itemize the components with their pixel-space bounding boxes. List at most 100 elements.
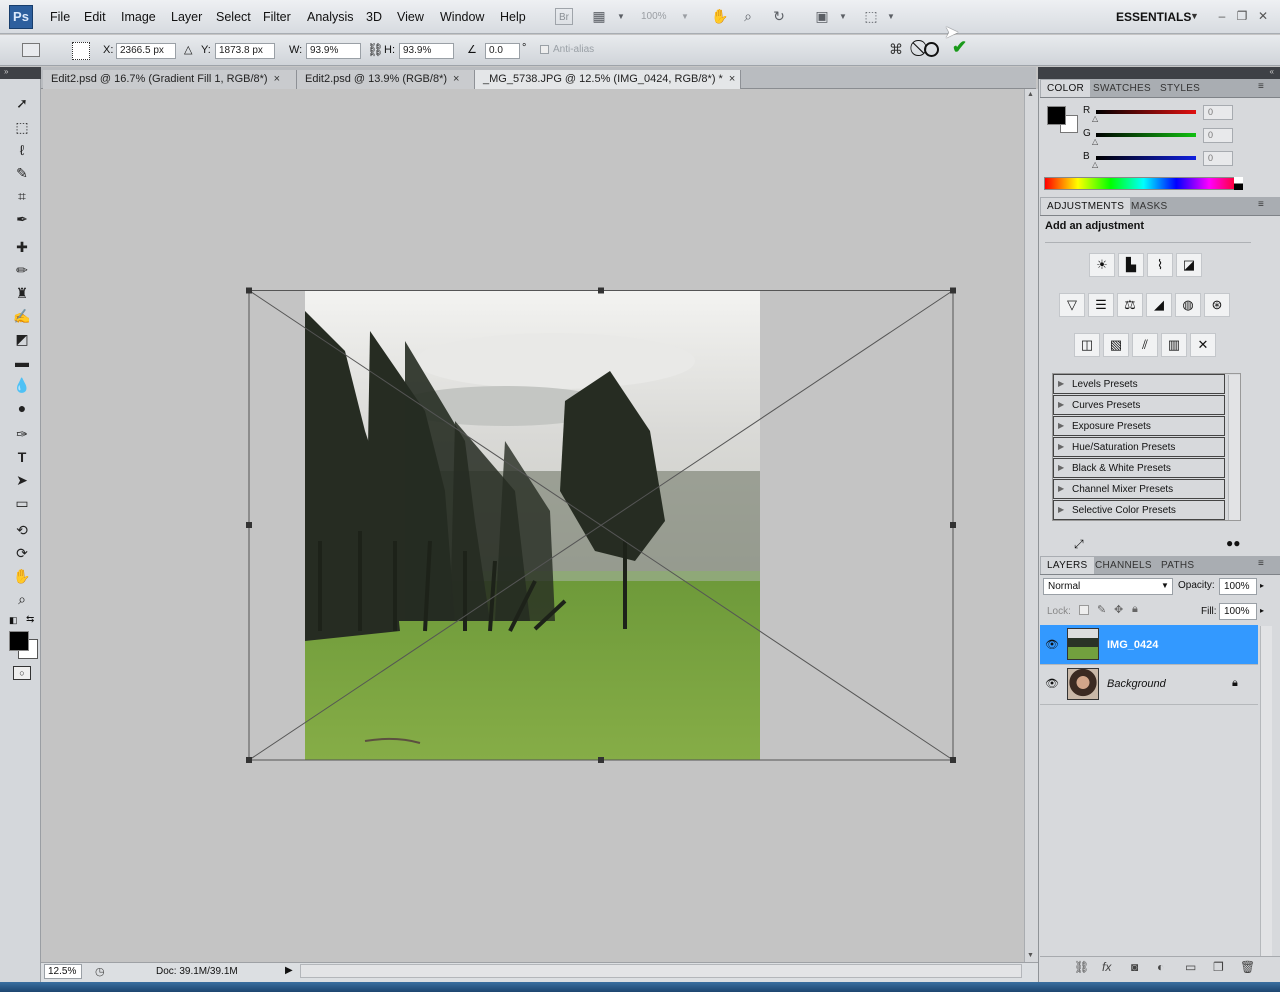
zoom-field[interactable]: 12.5% — [44, 964, 82, 979]
red-value[interactable]: 0 — [1203, 105, 1233, 120]
menu-3d[interactable]: 3D — [366, 10, 382, 24]
clip-layer-icon[interactable]: ●● — [1226, 536, 1241, 550]
photo-layer-image[interactable] — [305, 291, 760, 760]
tab-channels[interactable]: CHANNELS — [1089, 557, 1158, 574]
black-white-icon[interactable]: ◢ — [1146, 293, 1172, 317]
expand-arrow-icon[interactable]: ▶ — [1058, 484, 1066, 493]
black-white-presets[interactable]: Black & White Presets — [1053, 458, 1225, 478]
lock-transparency-icon[interactable] — [1079, 605, 1089, 615]
panel-menu-icon[interactable]: ≡ — [1258, 81, 1272, 92]
presets-scrollbar[interactable] — [1228, 375, 1240, 520]
new-layer-icon[interactable]: ❐ — [1213, 960, 1224, 974]
menu-analysis[interactable]: Analysis — [307, 10, 354, 24]
gradient-map-icon[interactable]: ▥ — [1161, 333, 1187, 357]
path-selection-tool-icon[interactable]: ➤ — [11, 470, 33, 490]
lock-all-icon[interactable]: 🔒︎ — [1132, 603, 1138, 616]
blur-tool-icon[interactable]: 💧 — [11, 375, 33, 395]
slider-handle-icon[interactable]: △ — [1092, 160, 1098, 169]
tool-preset-icon[interactable] — [22, 43, 40, 57]
menu-select[interactable]: Select — [216, 10, 251, 24]
move-tool-icon[interactable]: ➚ — [11, 93, 33, 113]
status-menu-arrow-icon[interactable]: ▶ — [285, 965, 293, 976]
menu-edit[interactable]: Edit — [84, 10, 106, 24]
fx-icon[interactable]: fx — [1102, 960, 1111, 974]
crop-tool-icon[interactable]: ⌗ — [11, 186, 33, 206]
chevron-down-icon[interactable]: ▼ — [834, 8, 852, 25]
menu-file[interactable]: File — [50, 10, 70, 24]
blend-mode-select[interactable]: Normal — [1043, 578, 1173, 595]
screen-mode-icon[interactable]: ⬚ — [862, 8, 880, 25]
width-input[interactable]: 93.9% — [306, 43, 361, 59]
panel-menu-icon[interactable]: ≡ — [1258, 199, 1272, 210]
arrange-documents-icon[interactable]: ▣ — [813, 8, 831, 25]
eye-icon[interactable]: 👁︎ — [1045, 638, 1059, 651]
expanded-view-icon[interactable]: ⤢ — [1074, 537, 1084, 552]
menu-help[interactable]: Help — [500, 10, 526, 24]
tab-mg5738[interactable]: _MG_5738.JPG @ 12.5% (IMG_0424, RGB/8*) … — [475, 70, 741, 89]
pen-tool-icon[interactable]: ✑ — [11, 424, 33, 444]
scroll-up-icon[interactable]: ▲ — [1027, 91, 1034, 98]
tab-adjustments[interactable]: ADJUSTMENTS — [1041, 198, 1131, 215]
chevron-down-icon[interactable]: ▼ — [882, 8, 900, 25]
menu-filter[interactable]: Filter — [263, 10, 291, 24]
gradient-tool-icon[interactable]: ▬ — [11, 352, 33, 372]
lasso-tool-icon[interactable]: ℓ — [11, 140, 33, 160]
default-colors-icon[interactable]: ◧ — [9, 615, 18, 626]
quick-mask-icon[interactable]: ○ — [13, 666, 31, 680]
foreground-color-swatch[interactable] — [1047, 106, 1066, 125]
vibrance-icon[interactable]: ▽ — [1059, 293, 1085, 317]
expand-arrow-icon[interactable]: ▶ — [1058, 400, 1066, 409]
zoom-tool-icon[interactable]: ⌕ — [11, 589, 33, 609]
marquee-tool-icon[interactable]: ⬚ — [11, 117, 33, 137]
blue-value[interactable]: 0 — [1203, 151, 1233, 166]
menu-view[interactable]: View — [397, 10, 424, 24]
chevron-down-icon[interactable]: ▼ — [612, 8, 630, 25]
opacity-input[interactable]: 100% — [1219, 578, 1257, 595]
view-extras-icon[interactable]: ▦ — [590, 8, 608, 25]
invert-icon[interactable]: ◫ — [1074, 333, 1100, 357]
curves-presets[interactable]: Curves Presets — [1053, 395, 1225, 415]
zoom-icon[interactable]: ⌕ — [739, 8, 757, 25]
color-spectrum-ramp[interactable] — [1044, 177, 1243, 190]
photo-filter-icon[interactable]: ◍ — [1175, 293, 1201, 317]
height-input[interactable]: 93.9% — [399, 43, 454, 59]
tab-edit2[interactable]: Edit2.psd @ 13.9% (RGB/8*) × — [297, 70, 475, 89]
healing-brush-tool-icon[interactable]: ✚ — [11, 237, 33, 257]
scroll-down-icon[interactable]: ▼ — [1027, 952, 1034, 959]
close-icon[interactable]: × — [274, 73, 280, 85]
lock-pixels-icon[interactable]: ✎ — [1097, 603, 1106, 616]
green-slider[interactable] — [1096, 133, 1196, 137]
zoom-level[interactable]: 100% — [641, 11, 667, 22]
selective-color-icon[interactable]: ✕ — [1190, 333, 1216, 357]
tab-paths[interactable]: PATHS — [1155, 557, 1200, 574]
levels-icon[interactable]: ▙ — [1118, 253, 1144, 277]
expand-arrow-icon[interactable]: ▶ — [1058, 421, 1066, 430]
tab-edit2-gradient[interactable]: Edit2.psd @ 16.7% (Gradient Fill 1, RGB/… — [43, 70, 297, 89]
tab-layers[interactable]: LAYERS — [1041, 557, 1094, 574]
quick-selection-tool-icon[interactable]: ✎ — [11, 163, 33, 183]
add-mask-icon[interactable]: ◙ — [1131, 960, 1138, 974]
link-layers-icon[interactable]: ⛓ — [1074, 960, 1089, 974]
tab-styles[interactable]: STYLES — [1154, 80, 1206, 97]
warp-icon[interactable]: ⌘ — [889, 41, 903, 58]
fill-arrow-icon[interactable]: ▸ — [1260, 606, 1264, 615]
tab-color[interactable]: COLOR — [1041, 80, 1091, 97]
anti-alias-checkbox[interactable] — [540, 45, 549, 54]
trash-icon[interactable]: 🗑︎ — [1240, 960, 1255, 974]
clone-stamp-tool-icon[interactable]: ♜ — [11, 283, 33, 303]
brush-tool-icon[interactable]: ✏ — [11, 260, 33, 280]
reference-point-icon[interactable] — [72, 42, 90, 60]
bridge-button[interactable]: Br — [555, 8, 573, 25]
cancel-transform-button[interactable] — [924, 42, 939, 57]
close-icon[interactable]: × — [729, 73, 735, 85]
eraser-tool-icon[interactable]: ◩ — [11, 329, 33, 349]
lock-position-icon[interactable]: ✥ — [1114, 603, 1123, 616]
y-input[interactable]: 1873.8 px — [215, 43, 275, 59]
menu-image[interactable]: Image — [121, 10, 156, 24]
posterize-icon[interactable]: ▧ — [1103, 333, 1129, 357]
adjustment-layer-icon[interactable]: ◐ — [1157, 960, 1164, 974]
opacity-arrow-icon[interactable]: ▸ — [1260, 581, 1264, 590]
layer-name[interactable]: IMG_0424 — [1107, 639, 1158, 651]
selective-color-presets[interactable]: Selective Color Presets — [1053, 500, 1225, 520]
eye-icon[interactable]: 👁︎ — [1045, 677, 1059, 690]
